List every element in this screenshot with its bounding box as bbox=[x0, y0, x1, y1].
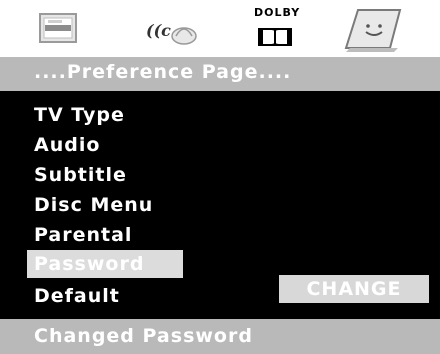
menu-item-password[interactable]: Password bbox=[27, 250, 183, 278]
menu-item-tv-type[interactable]: TV Type bbox=[34, 101, 125, 129]
menu-panel: TV Type Audio Subtitle Disc Menu Parenta… bbox=[0, 91, 440, 319]
page-header: ....Preference Page.... bbox=[0, 57, 440, 91]
menu-item-parental[interactable]: Parental bbox=[34, 221, 132, 249]
menu-item-subtitle[interactable]: Subtitle bbox=[34, 161, 127, 189]
dolby-icon[interactable]: DOLBY bbox=[252, 6, 301, 48]
dolby-label: DOLBY bbox=[254, 6, 301, 19]
tv-screen-icon[interactable] bbox=[38, 8, 78, 48]
menu-item-disc-menu[interactable]: Disc Menu bbox=[34, 191, 153, 219]
status-text: Changed Password bbox=[34, 325, 253, 347]
preference-icon[interactable] bbox=[342, 8, 404, 52]
status-bar: Changed Password bbox=[0, 319, 440, 354]
menu-item-default[interactable]: Default bbox=[34, 282, 120, 310]
dvd-setup-screen: ((c DOLBY ....Preference Page.... TV Typ… bbox=[0, 0, 440, 354]
page-title: ....Preference Page.... bbox=[34, 61, 292, 83]
menu-item-audio[interactable]: Audio bbox=[34, 131, 100, 159]
audio-speaker-icon[interactable]: ((c bbox=[146, 8, 198, 48]
change-button[interactable]: CHANGE bbox=[279, 275, 429, 303]
svg-text:((c: ((c bbox=[146, 21, 171, 40]
icon-bar: ((c DOLBY bbox=[0, 0, 440, 57]
